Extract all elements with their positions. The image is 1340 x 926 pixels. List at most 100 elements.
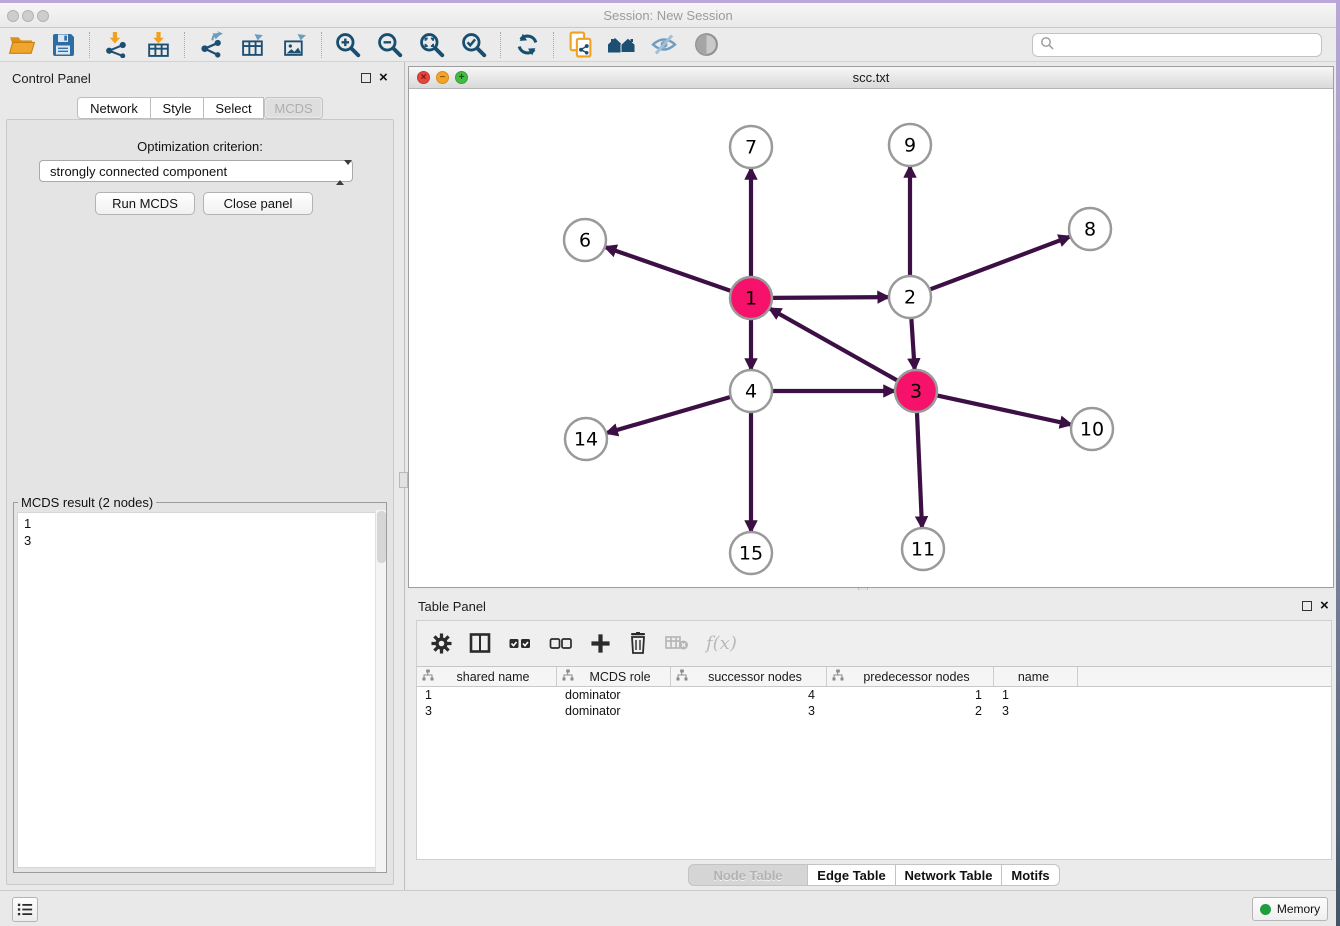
network-window-title: scc.txt: [409, 70, 1333, 85]
show-graphics-details-icon[interactable]: [691, 30, 721, 60]
table-panel-title: Table Panel: [418, 599, 486, 614]
app-titlebar: Session: New Session: [0, 3, 1336, 28]
cell-0-4[interactable]: 1: [994, 688, 1078, 702]
float-panel-icon[interactable]: [361, 73, 371, 83]
column-header-name[interactable]: name: [994, 667, 1078, 686]
mcds-result-text[interactable]: 1 3: [17, 512, 383, 868]
node-label-6: 6: [579, 230, 591, 252]
show-columns-icon[interactable]: [469, 632, 491, 654]
tab-motifs[interactable]: Motifs: [1002, 864, 1060, 886]
zoom-fit-icon[interactable]: [417, 30, 447, 60]
cell-0-1[interactable]: dominator: [557, 688, 671, 702]
cell-1-4[interactable]: 3: [994, 704, 1078, 718]
import-network-icon[interactable]: [101, 30, 131, 60]
column-type-icon: [676, 669, 688, 684]
table-row-1[interactable]: 3dominator323: [417, 703, 1331, 719]
close-panel-button[interactable]: Close panel: [203, 192, 313, 215]
tab-style[interactable]: Style: [151, 97, 204, 119]
control-panel: Control Panel × Network Style Select MCD…: [0, 62, 400, 890]
cell-1-1[interactable]: dominator: [557, 704, 671, 718]
column-header-predecessor-nodes[interactable]: predecessor nodes: [827, 667, 994, 686]
memory-status-icon: [1260, 904, 1271, 915]
refresh-icon[interactable]: [512, 30, 542, 60]
table-body: 1dominator4113dominator323: [417, 687, 1331, 719]
cell-0-0[interactable]: 1: [417, 688, 557, 702]
toolbar-separator: [184, 32, 185, 58]
result-scrollbar[interactable]: [375, 510, 386, 872]
network-window-titlebar: × − + scc.txt: [409, 67, 1333, 89]
edge-4-14[interactable]: [607, 397, 730, 433]
tab-network[interactable]: Network: [77, 97, 151, 119]
home-icon[interactable]: [607, 30, 637, 60]
delete-row-icon[interactable]: [628, 632, 648, 654]
tab-network-table[interactable]: Network Table: [896, 864, 1002, 886]
export-table-icon[interactable]: [238, 30, 268, 60]
cell-0-3[interactable]: 1: [827, 688, 994, 702]
memory-label: Memory: [1277, 902, 1320, 916]
edge-3-10[interactable]: [938, 396, 1071, 425]
zoom-out-icon[interactable]: [375, 30, 405, 60]
control-panel-title: Control Panel: [12, 71, 91, 86]
run-mcds-button[interactable]: Run MCDS: [95, 192, 195, 215]
cell-1-2[interactable]: 3: [671, 704, 827, 718]
search-input[interactable]: [1058, 38, 1321, 53]
network-graph[interactable]: 7968124314101511: [409, 89, 1333, 587]
toolbar-separator: [89, 32, 90, 58]
table-panel-tabs: Node Table Edge Table Network Table Moti…: [688, 864, 1060, 886]
import-table-icon[interactable]: [143, 30, 173, 60]
node-label-4: 4: [745, 381, 757, 403]
zoom-selected-icon[interactable]: [459, 30, 489, 60]
zoom-in-icon[interactable]: [333, 30, 363, 60]
optimization-criterion-label: Optimization criterion:: [7, 139, 393, 154]
criterion-select[interactable]: strongly connected component: [39, 160, 353, 182]
edge-3-11[interactable]: [917, 413, 922, 527]
node-table: shared name MCDS role successor nodes pr…: [417, 666, 1331, 859]
node-label-14: 14: [574, 429, 598, 451]
tab-mcds[interactable]: MCDS: [264, 97, 323, 119]
network-canvas[interactable]: 7968124314101511: [409, 89, 1333, 587]
settings-gear-icon[interactable]: [431, 633, 452, 654]
float-table-panel-icon[interactable]: [1302, 601, 1312, 611]
desktop-edge-top: [0, 0, 1340, 3]
deselect-all-icon[interactable]: [549, 632, 573, 654]
select-stepper-icon: [336, 165, 345, 180]
column-header-shared-name[interactable]: shared name: [417, 667, 557, 686]
edge-1-6[interactable]: [606, 247, 730, 290]
table-row-0[interactable]: 1dominator411: [417, 687, 1331, 703]
control-panel-header: Control Panel ×: [0, 62, 400, 96]
select-all-icon[interactable]: [508, 632, 532, 654]
edge-2-3[interactable]: [911, 319, 914, 369]
search-icon: [1040, 36, 1054, 55]
export-image-icon[interactable]: [280, 30, 310, 60]
column-header-successor-nodes[interactable]: successor nodes: [671, 667, 827, 686]
cell-1-3[interactable]: 2: [827, 704, 994, 718]
memory-button[interactable]: Memory: [1252, 897, 1328, 921]
column-header-mcds-role[interactable]: MCDS role: [557, 667, 671, 686]
node-label-7: 7: [745, 137, 757, 159]
tab-select[interactable]: Select: [204, 97, 264, 119]
add-row-icon[interactable]: [590, 633, 611, 654]
close-panel-icon[interactable]: ×: [379, 69, 388, 86]
edge-3-1[interactable]: [770, 309, 897, 380]
table-toolbar: f(x): [417, 621, 1331, 665]
hide-graphics-details-icon[interactable]: [649, 30, 679, 60]
node-label-15: 15: [739, 543, 763, 565]
edge-1-2[interactable]: [773, 297, 888, 298]
network-list-button[interactable]: [12, 897, 38, 922]
close-table-panel-icon[interactable]: ×: [1320, 597, 1329, 614]
duplicate-network-icon[interactable]: [565, 30, 595, 60]
open-session-icon[interactable]: [6, 30, 36, 60]
save-session-icon[interactable]: [48, 30, 78, 60]
cell-1-0[interactable]: 3: [417, 704, 557, 718]
list-icon: [17, 902, 33, 917]
edge-2-8[interactable]: [931, 237, 1070, 289]
export-network-icon[interactable]: [196, 30, 226, 60]
mcds-result-title: MCDS result (2 nodes): [18, 495, 156, 510]
tab-edge-table[interactable]: Edge Table: [808, 864, 896, 886]
cell-0-2[interactable]: 4: [671, 688, 827, 702]
table-panel: Table Panel × f(x): [408, 590, 1336, 890]
tab-node-table[interactable]: Node Table: [688, 864, 808, 886]
vertical-divider-grip[interactable]: [399, 472, 408, 488]
column-type-icon: [832, 669, 844, 684]
search-box[interactable]: [1032, 33, 1322, 57]
